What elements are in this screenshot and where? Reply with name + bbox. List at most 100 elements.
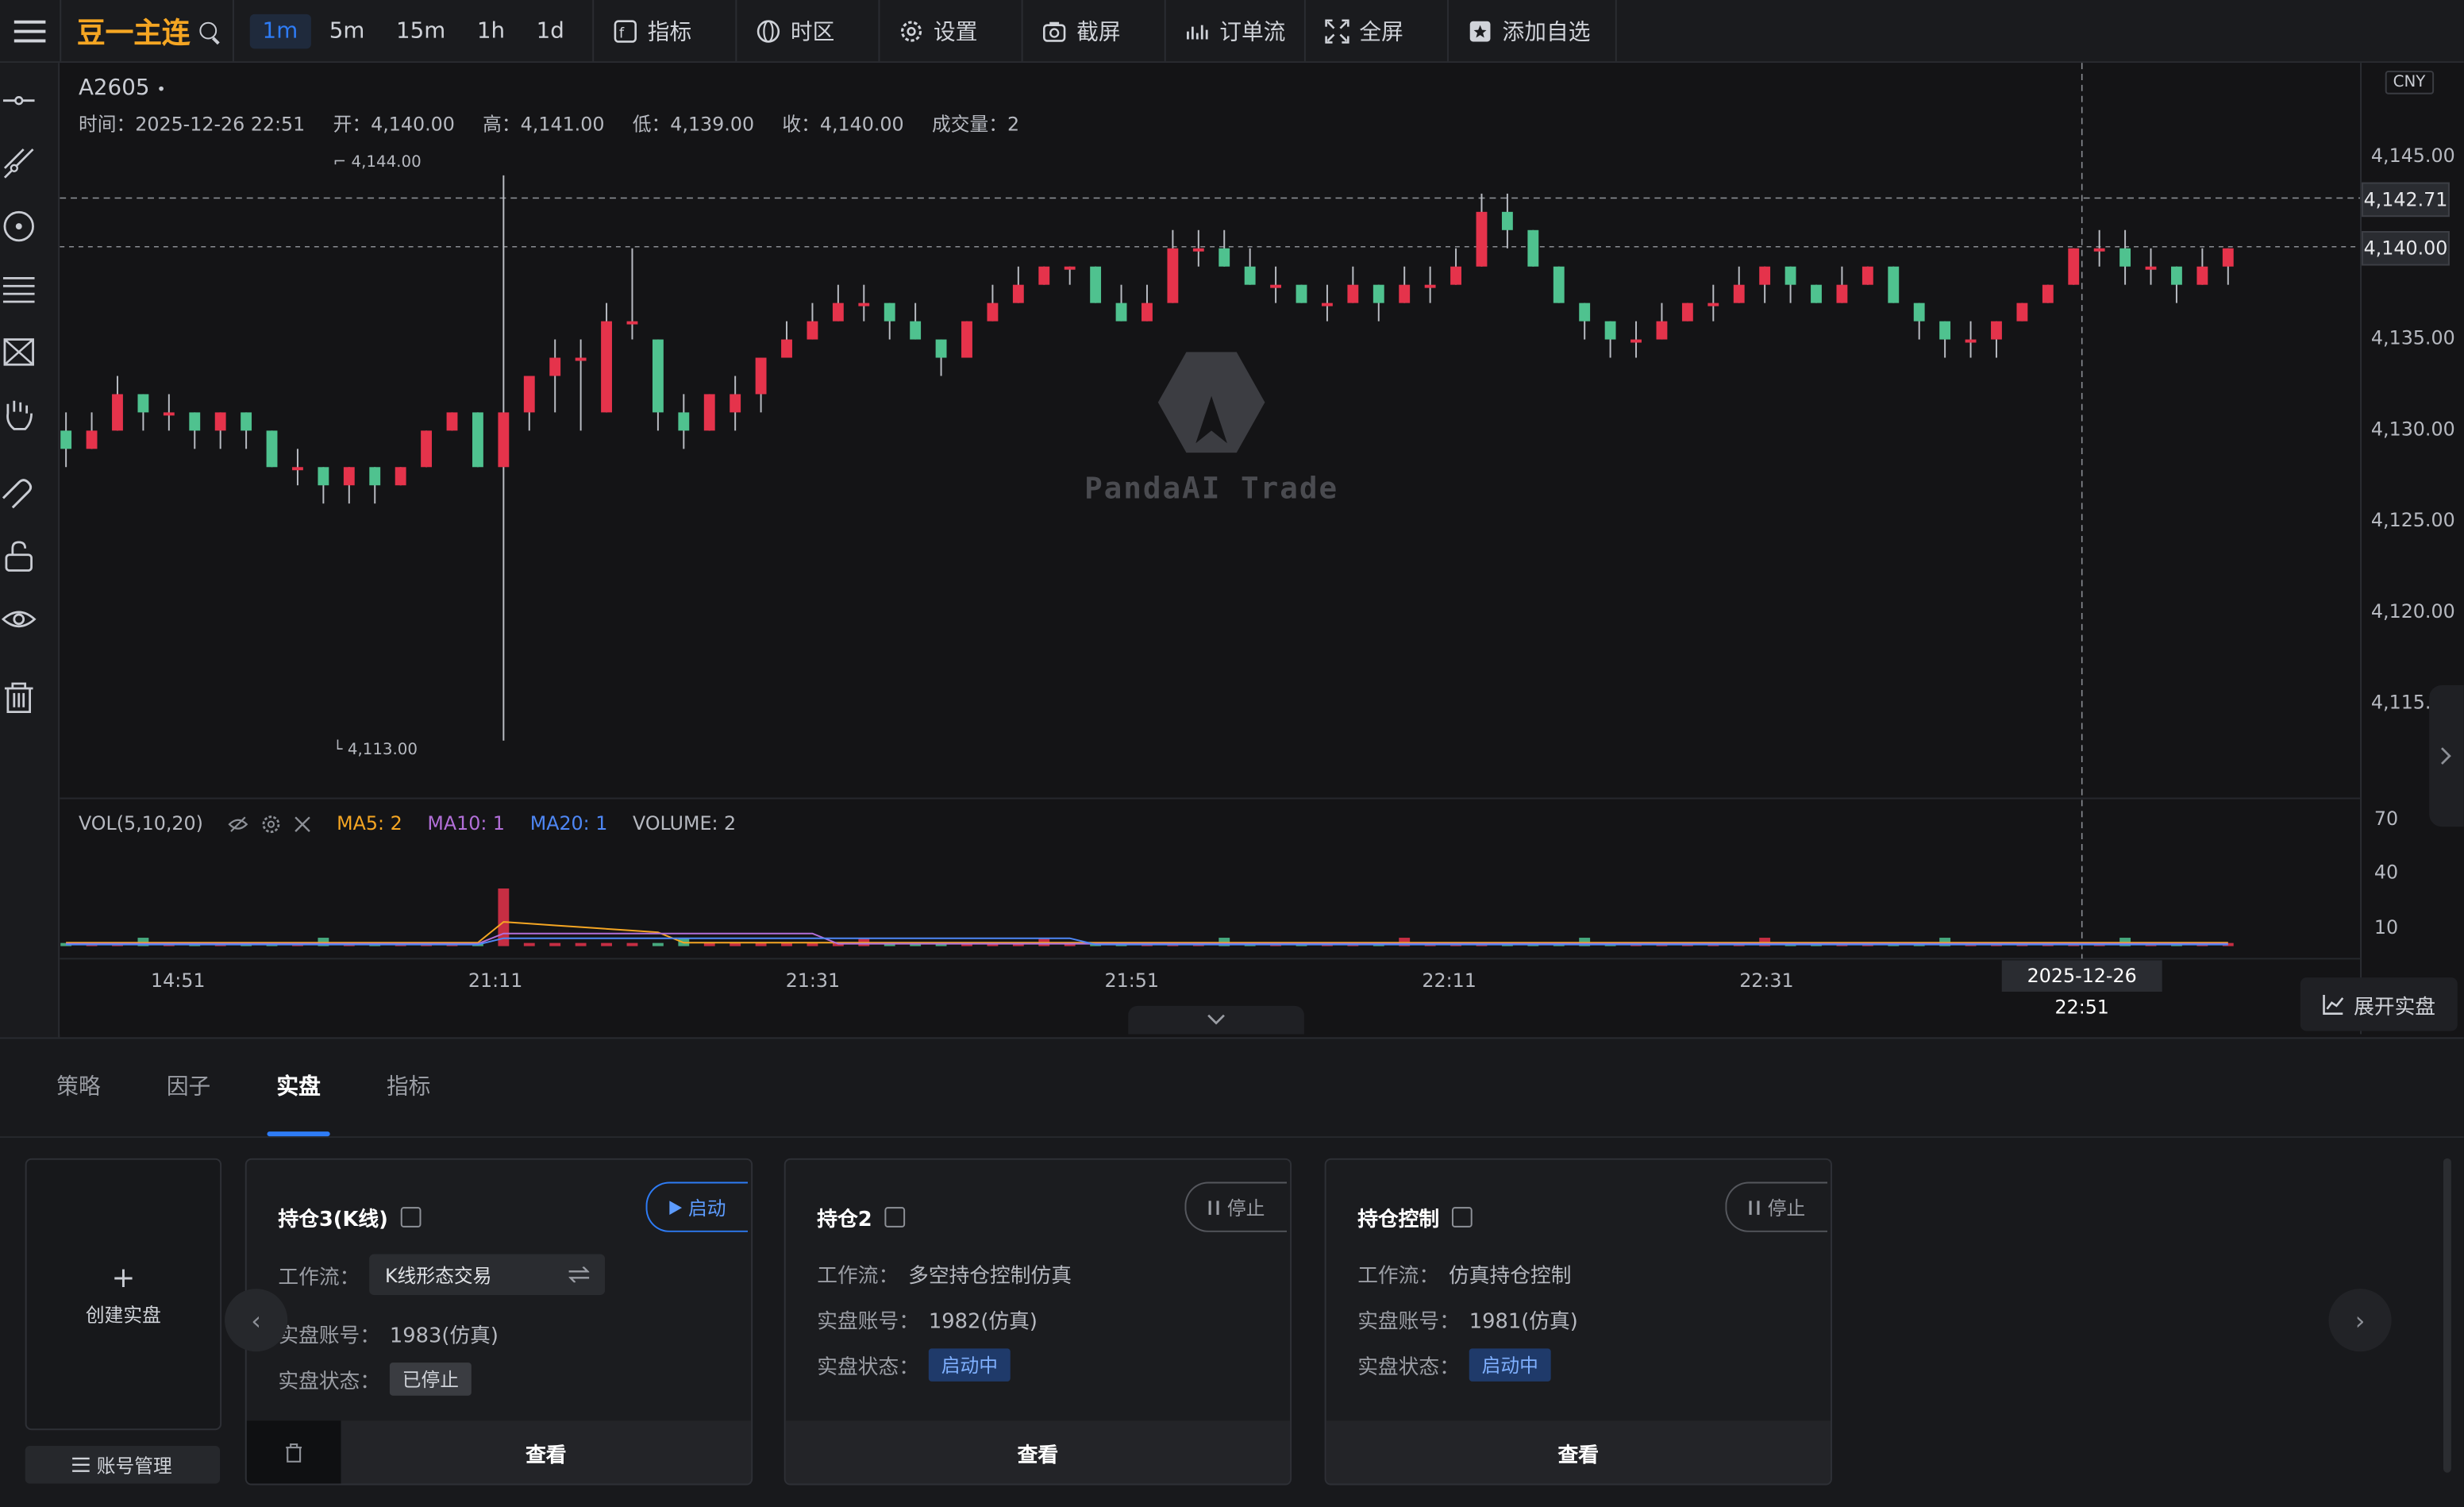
chart-area[interactable]: [60, 63, 2361, 1035]
candle-body: [2145, 266, 2157, 270]
candle-body: [1707, 303, 1719, 306]
status-row: 实盘状态： 已停止: [278, 1362, 472, 1396]
time-tick: 21:11: [468, 969, 523, 992]
candle-body: [292, 467, 303, 471]
fullscreen-button[interactable]: 全屏: [1306, 0, 1450, 62]
hide-icon[interactable]: [229, 813, 249, 834]
candle-body: [1192, 248, 1204, 252]
period-selector: 1m 5m 15m 1h 1d: [234, 0, 595, 62]
carousel-prev-button[interactable]: ‹: [225, 1289, 288, 1352]
close-icon[interactable]: [295, 815, 312, 832]
vol-title: VOL(5,10,20): [78, 812, 203, 835]
period-1m[interactable]: 1m: [249, 13, 311, 48]
collapse-panel-button[interactable]: [1128, 1005, 1304, 1035]
tab-strategy[interactable]: 策略: [25, 1039, 133, 1136]
camera-icon: [1042, 18, 1068, 44]
order-flow-button[interactable]: 订单流: [1166, 0, 1307, 62]
add-watchlist-button[interactable]: 添加自选: [1449, 0, 1618, 62]
edit-icon[interactable]: [884, 1207, 906, 1228]
period-15m[interactable]: 15m: [383, 13, 458, 48]
indicator-button[interactable]: f 指标: [594, 0, 737, 62]
candle-body: [1553, 266, 1565, 303]
candle-body: [1579, 303, 1591, 322]
menu-icon[interactable]: [0, 0, 62, 62]
time-tick: 21:51: [1104, 969, 1159, 992]
candle-body: [755, 357, 767, 395]
workflow-row: 工作流： 多空持仓控制仿真: [817, 1265, 1072, 1289]
currency-badge[interactable]: CNY: [2385, 71, 2434, 94]
top-toolbar: 豆一主连 1m 5m 15m 1h 1d f 指标 时区 设置 截屏 订单流 全…: [0, 0, 2464, 64]
period-1h[interactable]: 1h: [464, 13, 518, 48]
pause-icon: [1208, 1200, 1219, 1215]
ohlc-info: 时间：2025-12-26 22:51 开：4,140.00 高：4,141.0…: [79, 110, 1041, 137]
live-card: 持仓2 停止 工作流： 多空持仓控制仿真 实盘账号： 1982(仿真) 实盘状态： …: [783, 1158, 1292, 1486]
edit-icon[interactable]: [1451, 1207, 1473, 1228]
fibonacci-icon[interactable]: [0, 270, 38, 308]
candlestick-chart[interactable]: [60, 63, 2361, 1034]
candle-body: [1604, 321, 1616, 340]
candle-body: [1296, 284, 1307, 303]
crosshair-time-tag: 2025-12-26 22:51: [2001, 960, 2162, 1019]
info-low: 低：4,139.00: [632, 113, 755, 136]
expand-live-button[interactable]: 展开实盘: [2300, 977, 2458, 1031]
fullscreen-label: 全屏: [1359, 19, 1403, 45]
view-button[interactable]: 查看: [341, 1420, 752, 1484]
candle-body: [1501, 211, 1513, 230]
candle-body: [1424, 284, 1436, 288]
horizontal-line-icon[interactable]: [0, 82, 38, 120]
time-tick: 22:31: [1739, 969, 1794, 992]
edit-icon[interactable]: [400, 1207, 422, 1228]
period-5m[interactable]: 5m: [317, 13, 377, 48]
create-live-card[interactable]: + 创建实盘: [25, 1158, 222, 1431]
candle-body: [1913, 303, 1925, 322]
account-management-button[interactable]: 账号管理: [25, 1446, 221, 1484]
chevron-down-icon: [1207, 1014, 1225, 1025]
status-row: 实盘状态： 启动中: [817, 1348, 1011, 1382]
candle-body: [2068, 248, 2080, 285]
pause-icon: [1749, 1200, 1760, 1215]
stop-button[interactable]: 停止: [1725, 1181, 1828, 1232]
hand-tool-icon[interactable]: [0, 396, 38, 434]
timezone-button[interactable]: 时区: [737, 0, 880, 62]
watermark-logo: PandaAI Trade: [1084, 345, 1339, 506]
candle-body: [163, 412, 175, 416]
search-icon[interactable]: [199, 21, 218, 40]
view-button[interactable]: 查看: [785, 1420, 1291, 1484]
tab-live[interactable]: 实盘: [245, 1039, 352, 1137]
settings-button[interactable]: 设置: [880, 0, 1023, 62]
trash-icon[interactable]: [0, 679, 38, 717]
candle-body: [2016, 303, 2028, 322]
gear-icon[interactable]: [261, 813, 282, 834]
info-volume: 成交量：2: [931, 113, 1020, 136]
scrollbar[interactable]: [2443, 1158, 2451, 1473]
low-marker: └ 4,113.00: [333, 742, 418, 760]
carousel-next-button[interactable]: ›: [2328, 1289, 2392, 1352]
account-row: 实盘账号： 1983(仿真): [278, 1324, 499, 1349]
pattern-tool-icon[interactable]: [0, 333, 38, 372]
info-open: 开：4,140.00: [333, 113, 455, 136]
indicator-icon: f: [613, 18, 638, 44]
eye-icon[interactable]: [0, 600, 38, 638]
candle-body: [1270, 284, 1282, 288]
lock-icon[interactable]: [0, 538, 38, 576]
tab-indicator[interactable]: 指标: [355, 1039, 462, 1136]
screenshot-button[interactable]: 截屏: [1023, 0, 1166, 62]
trend-line-icon[interactable]: [0, 145, 38, 183]
period-1d[interactable]: 1d: [524, 13, 577, 48]
side-expand-button[interactable]: [2429, 685, 2464, 827]
delete-button[interactable]: [246, 1420, 341, 1484]
start-button[interactable]: 启动: [645, 1181, 749, 1232]
circle-tool-icon[interactable]: [0, 207, 38, 245]
symbol-name[interactable]: 豆一主连: [77, 10, 191, 51]
workflow-select[interactable]: K线形态交易: [369, 1254, 606, 1296]
candle-body: [987, 303, 999, 322]
symbol-selector[interactable]: 豆一主连: [61, 0, 234, 62]
view-button[interactable]: 查看: [1326, 1420, 1831, 1484]
tab-factor[interactable]: 因子: [135, 1039, 242, 1136]
magnet-icon[interactable]: [0, 475, 38, 513]
candle-body: [1991, 321, 2002, 340]
stop-button[interactable]: 停止: [1184, 1181, 1288, 1232]
volume-tick: 40: [2374, 861, 2399, 884]
candle-body: [1759, 266, 1771, 285]
candle-body: [910, 321, 922, 340]
